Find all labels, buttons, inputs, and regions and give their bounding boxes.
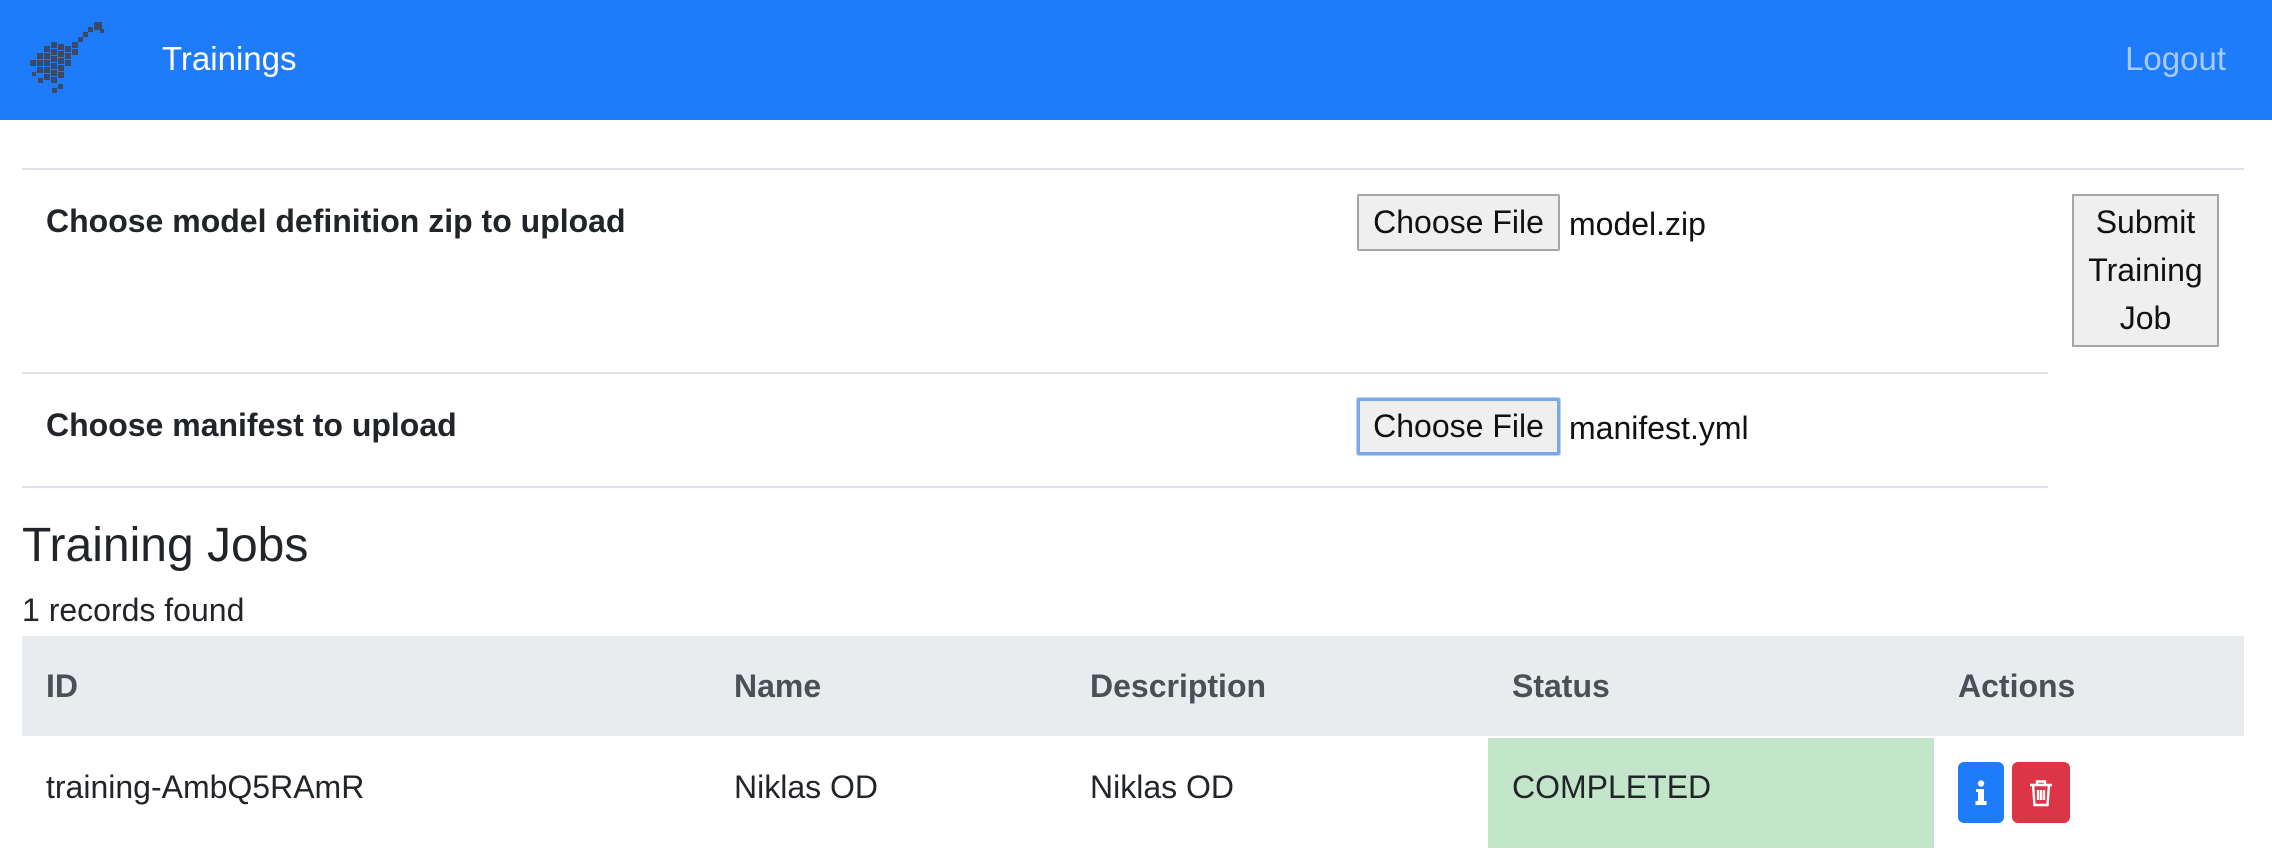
- manifest-upload-label: Choose manifest to upload: [46, 407, 457, 443]
- submit-label-line: Submit: [2095, 204, 2196, 240]
- status-badge: COMPLETED: [1512, 769, 1712, 805]
- model-upload-label: Choose model definition zip to upload: [46, 203, 626, 239]
- logout-link[interactable]: Logout: [2125, 40, 2226, 78]
- column-header-description[interactable]: Description: [1090, 668, 1266, 705]
- submit-label-line: Job: [2119, 300, 2172, 336]
- column-header-id[interactable]: ID: [46, 668, 78, 705]
- navbar: Trainings Logout: [0, 0, 2272, 120]
- training-jobs-heading: Training Jobs: [22, 519, 309, 572]
- guitar-logo-icon[interactable]: [26, 20, 112, 98]
- job-info-button[interactable]: [1958, 762, 2004, 823]
- submit-training-job-button[interactable]: Submit Training Job: [2072, 194, 2219, 347]
- info-icon: [1975, 779, 1987, 805]
- divider: [22, 168, 2244, 170]
- model-choose-file-button[interactable]: Choose File: [1357, 194, 1560, 251]
- job-name: Niklas OD: [734, 769, 879, 805]
- model-file-name: model.zip: [1569, 206, 1706, 242]
- manifest-file-name: manifest.yml: [1569, 410, 1749, 446]
- column-header-actions: Actions: [1958, 668, 2076, 704]
- divider: [22, 372, 2048, 374]
- job-description: Niklas OD: [1090, 769, 1235, 805]
- manifest-choose-file-button[interactable]: Choose File: [1357, 398, 1560, 455]
- column-header-name[interactable]: Name: [734, 668, 821, 705]
- job-id: training-AmbQ5RAmR: [46, 769, 365, 805]
- submit-label-line: Training: [2088, 252, 2203, 288]
- divider: [22, 486, 2048, 488]
- column-header-status[interactable]: Status: [1512, 668, 1610, 705]
- job-delete-button[interactable]: [2012, 762, 2070, 823]
- trash-icon: [2030, 779, 2052, 806]
- brand-title[interactable]: Trainings: [162, 40, 297, 78]
- records-count: 1 records found: [22, 592, 245, 628]
